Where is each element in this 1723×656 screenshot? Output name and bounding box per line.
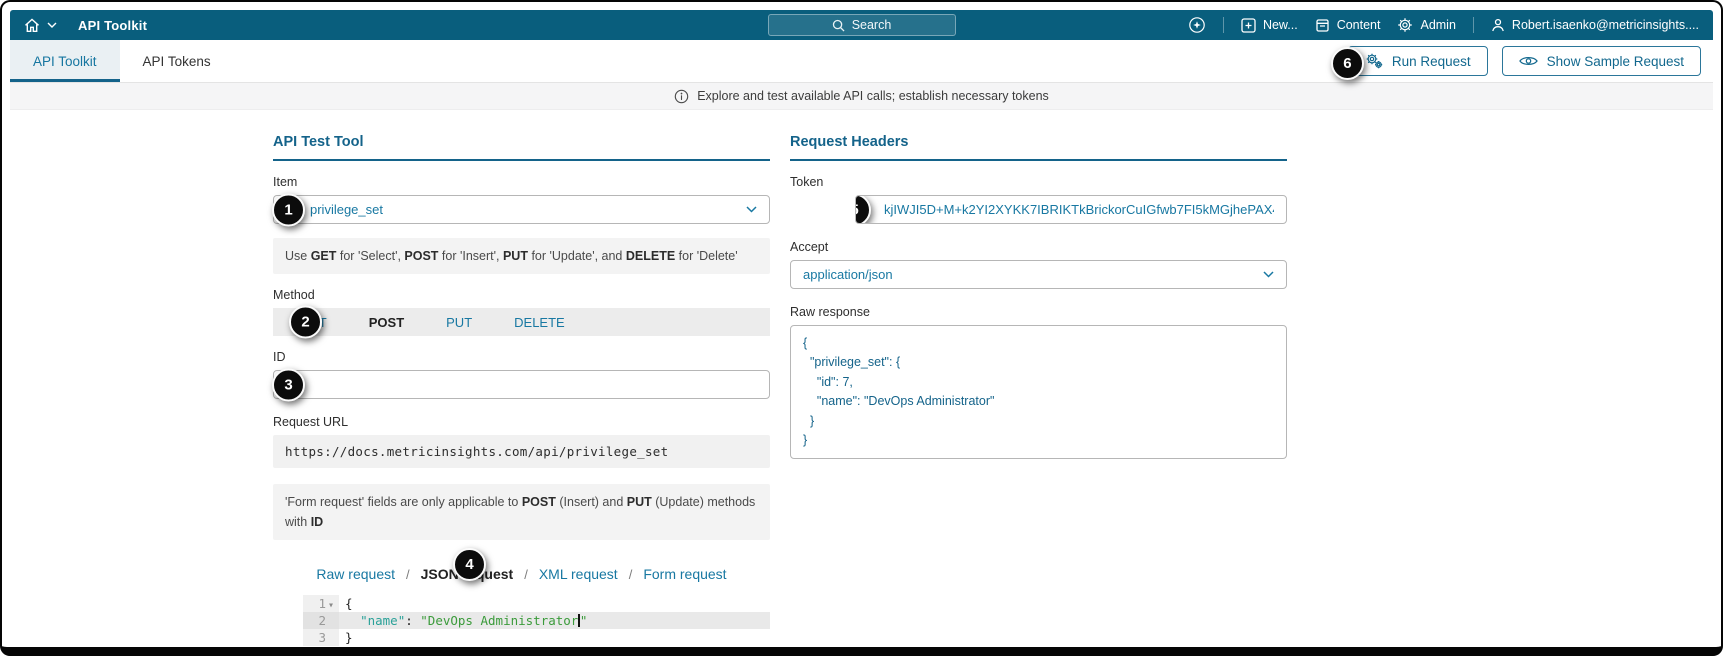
navbar-divider: [1222, 17, 1224, 33]
raw-response-label: Raw response: [790, 305, 870, 319]
run-request-label: Run Request: [1391, 53, 1471, 69]
line-number: 2: [318, 613, 326, 628]
method-delete[interactable]: DELETE: [514, 315, 565, 330]
json-request-editor[interactable]: 1▾ { 2▾ "name": "DevOps Administrator" 3…: [303, 595, 770, 646]
link-separator: /: [628, 566, 633, 582]
tab-api-tokens[interactable]: API Tokens: [120, 40, 234, 82]
callout-badge-6: 6: [1330, 47, 1364, 80]
search-icon: [832, 19, 845, 32]
global-search[interactable]: Search: [767, 14, 956, 36]
nav-item-user-label: Robert.isaenko@metricinsights....: [1511, 18, 1699, 32]
accept-label: Accept: [790, 240, 829, 254]
code-fold-icon[interactable]: ▾: [328, 600, 334, 611]
tab-api-toolkit-label: API Toolkit: [33, 53, 97, 69]
json-key: "name": [360, 613, 406, 628]
chevron-down-icon[interactable]: [47, 22, 57, 28]
home-icon[interactable]: [24, 17, 40, 33]
tab-bar: API Toolkit API Tokens 6 Run Request Sho…: [10, 40, 1713, 83]
callout-badge-2: 2: [289, 305, 322, 339]
page-title: API Toolkit: [78, 17, 148, 33]
item-select[interactable]: 1 privilege_set: [272, 193, 770, 226]
info-icon: [674, 89, 689, 104]
chevron-down-icon: [1263, 271, 1274, 278]
screenshot-frame: API Toolkit Search New... Content Admin …: [0, 0, 1723, 656]
gear-icon: [1397, 17, 1413, 33]
main-content: API Test Tool Item 1 privilege_set Use G…: [10, 110, 1713, 646]
item-select-value: privilege_set: [310, 202, 383, 217]
line-number: 1: [318, 596, 326, 611]
link-separator: /: [406, 566, 410, 582]
nav-item-admin[interactable]: Admin: [1397, 17, 1456, 33]
show-sample-request-button[interactable]: Show Sample Request: [1501, 46, 1701, 76]
code-line-active: 2▾ "name": "DevOps Administrator": [303, 612, 770, 629]
item-label: Item: [273, 175, 298, 189]
line-number: 3: [318, 630, 326, 645]
eye-icon: [1518, 55, 1538, 67]
raw-response-output[interactable]: { "privilege_set": { "id": 7, "name": "D…: [790, 325, 1287, 460]
nav-item-new[interactable]: New...: [1241, 17, 1298, 33]
nav-item-new-label: New...: [1262, 18, 1298, 32]
tab-api-toolkit[interactable]: API Toolkit: [10, 40, 120, 82]
request-url-value: https://docs.metricinsights.com/api/priv…: [273, 435, 770, 468]
method-post[interactable]: POST: [369, 315, 404, 330]
document-icon: [1315, 18, 1330, 33]
callout-badge-5: 5: [856, 196, 871, 223]
link-raw-request[interactable]: Raw request: [316, 566, 395, 582]
api-test-tool-panel: API Test Tool Item 1 privilege_set Use G…: [272, 134, 770, 646]
code-line: 3▾ }: [303, 629, 770, 646]
link-xml-request[interactable]: XML request: [539, 566, 618, 582]
app-window: API Toolkit Search New... Content Admin …: [10, 10, 1713, 646]
nav-item-content[interactable]: Content: [1315, 18, 1381, 33]
form-request-note: 'Form request' fields are only applicabl…: [273, 484, 770, 540]
request-url-label: Request URL: [273, 415, 349, 429]
request-headers-heading: Request Headers: [790, 134, 1287, 161]
token-input-value: kjIWJI5D+M+k2YI2XYKK7IBRIKTkBrickorCuIGf…: [884, 202, 1274, 217]
method-tabs: 2 GET POST PUT DELETE: [273, 305, 770, 339]
token-input[interactable]: 5 kjIWJI5D+M+k2YI2XYKK7IBRIKTkBrickorCuI…: [855, 195, 1287, 224]
chevron-down-icon: [746, 206, 757, 213]
request-format-links: 4 Raw request / JSON request / XML reque…: [273, 548, 770, 582]
tab-api-tokens-label: API Tokens: [142, 53, 211, 69]
callout-badge-3: 3: [272, 368, 305, 401]
run-request-button[interactable]: 6 Run Request: [1330, 46, 1488, 80]
assistant-sparkle-icon[interactable]: [1188, 16, 1206, 34]
nav-item-user[interactable]: Robert.isaenko@metricinsights....: [1491, 18, 1699, 32]
user-icon: [1491, 18, 1505, 32]
show-sample-request-label: Show Sample Request: [1546, 53, 1684, 69]
nav-item-admin-label: Admin: [1420, 18, 1456, 32]
gears-icon: [1365, 53, 1383, 69]
callout-badge-1: 1: [272, 193, 305, 226]
code-text: }: [345, 630, 353, 645]
api-test-tool-heading: API Test Tool: [273, 134, 770, 161]
plus-square-icon: [1241, 17, 1256, 33]
method-put[interactable]: PUT: [446, 315, 472, 330]
method-label: Method: [273, 288, 315, 302]
id-input[interactable]: 3 1: [272, 368, 770, 401]
top-navbar: API Toolkit Search New... Content Admin …: [10, 10, 1713, 40]
search-label: Search: [851, 18, 892, 32]
nav-item-content-label: Content: [1336, 18, 1381, 32]
json-value: "DevOps Administrator: [420, 613, 579, 628]
navbar-divider: [1472, 17, 1474, 33]
link-separator: /: [524, 566, 528, 582]
request-headers-panel: Request Headers Token 5 kjIWJI5D+M+k2YI2…: [790, 134, 1287, 646]
info-banner: Explore and test available API calls; es…: [10, 83, 1713, 110]
link-form-request[interactable]: Form request: [643, 566, 726, 582]
token-label: Token: [790, 175, 824, 189]
accept-select[interactable]: application/json: [790, 260, 1287, 289]
id-label: ID: [273, 350, 286, 364]
info-banner-text: Explore and test available API calls; es…: [697, 89, 1049, 103]
accept-select-value: application/json: [803, 267, 893, 282]
code-text: {: [345, 596, 353, 611]
callout-badge-4: 4: [453, 548, 486, 581]
method-usage-note: Use GET for 'Select', POST for 'Insert',…: [273, 238, 770, 274]
code-line: 1 ▾ {: [303, 595, 770, 612]
